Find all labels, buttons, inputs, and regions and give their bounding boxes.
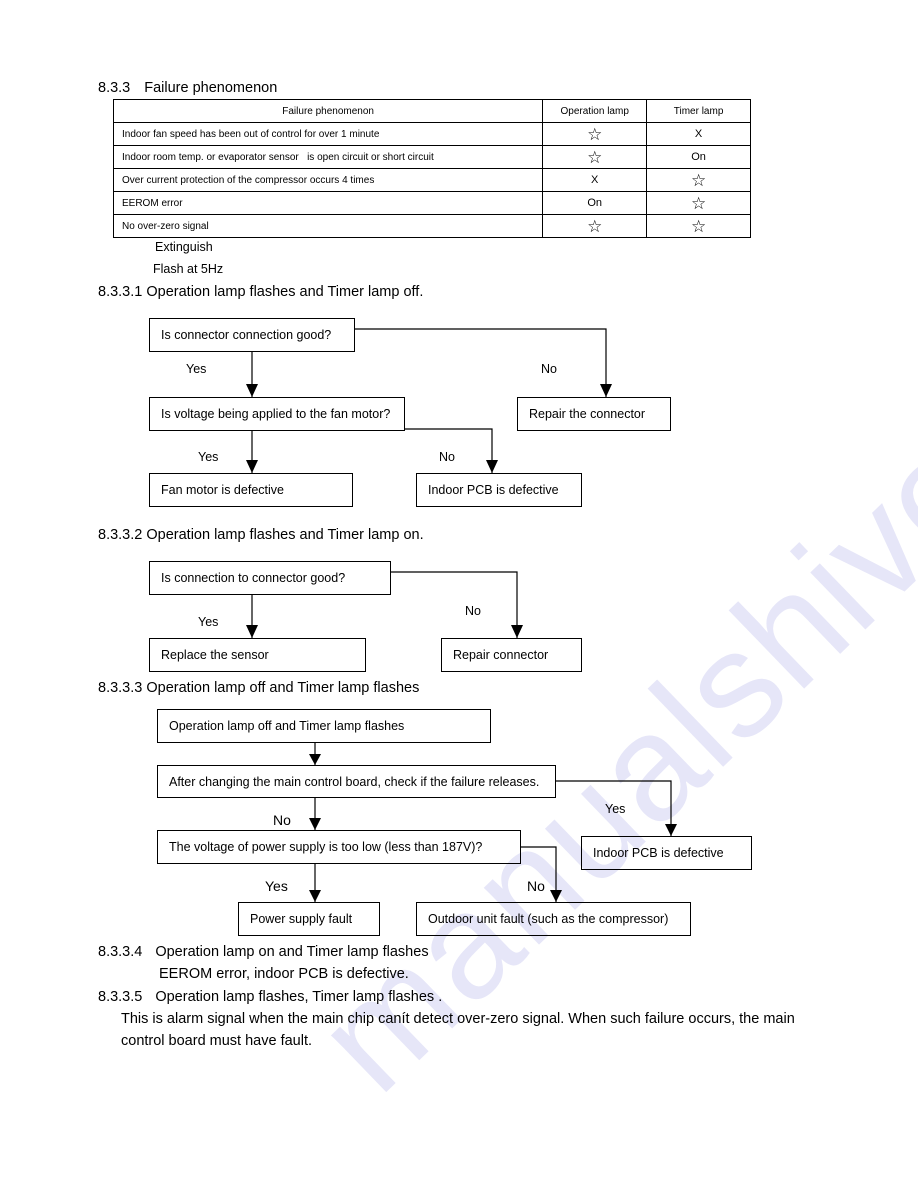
phenomenon-cell: Over current protection of the compresso… [112, 168, 544, 192]
s3-no2-label: No [527, 878, 545, 894]
failure-table: Failure phenomenon Operation lamp Timer … [112, 99, 751, 238]
legend-extinguish: Extinguish [155, 240, 213, 254]
phenomenon-cell: Indoor fan speed has been out of control… [112, 122, 544, 146]
timer-lamp-cell: On [646, 145, 751, 169]
s3-arrowhead [665, 824, 677, 836]
s3-question-voltage: The voltage of power supply is too low (… [157, 830, 521, 864]
table-row: No over-zero signal ☆ ☆ [112, 214, 751, 238]
s5-body-line2: control board must have fault. [121, 1033, 313, 1049]
phenomenon-cell: Indoor room temp. or evaporator sensor i… [112, 145, 544, 169]
s3-arrowhead [309, 754, 321, 765]
operation-lamp-star-icon: ☆ [542, 145, 648, 169]
timer-lamp-cell: X [646, 122, 751, 146]
s3-question-main-board: After changing the main control board, c… [157, 765, 556, 798]
s5-heading: 8.3.3.5 Operation lamp flashes, Timer lam… [98, 989, 442, 1005]
section-heading: 8.3.3 Failure phenomenon [98, 80, 277, 96]
s1-question-connector: Is connector connection good? [149, 318, 355, 352]
s2-yes-label: Yes [198, 615, 219, 629]
s1-result-indoor-pcb: Indoor PCB is defective [416, 473, 582, 507]
s1-question-voltage: Is voltage being applied to the fan moto… [149, 397, 405, 431]
table-header-row: Failure phenomenon Operation lamp Timer … [112, 99, 751, 123]
header-phenomenon: Failure phenomenon [112, 99, 544, 123]
s5-number: 8.3.3.5 [98, 989, 143, 1005]
s1-arrowhead [246, 384, 258, 397]
s3-heading: 8.3.3.3 Operation lamp off and Timer lam… [98, 680, 420, 696]
table-row: EEROM error On ☆ [112, 191, 751, 215]
table-row: Indoor room temp. or evaporator sensor i… [112, 145, 751, 169]
s2-result-repair-connector: Repair connector [441, 638, 582, 672]
s3-yes2-label: Yes [265, 878, 288, 894]
s2-no-connector [390, 571, 518, 638]
legend-flash: Flash at 5Hz [153, 262, 224, 276]
s4-number: 8.3.3.4 [98, 944, 143, 960]
section-number: 8.3.3 [98, 80, 131, 96]
s5-title: Operation lamp flashes, Timer lamp flash… [155, 989, 443, 1005]
s3-arrowhead [550, 890, 562, 902]
table-row: Indoor fan speed has been out of control… [112, 122, 751, 146]
s4-title: Operation lamp on and Timer lamp flashes [155, 944, 429, 960]
timer-lamp-star-icon: ☆ [646, 191, 751, 215]
timer-lamp-star-icon: ☆ [646, 214, 751, 238]
s2-question-connection: Is connection to connector good? [149, 561, 391, 595]
s2-arrowhead [511, 625, 523, 638]
s4-body: EEROM error, indoor PCB is defective. [159, 966, 409, 982]
s1-no-connector [354, 328, 607, 397]
s5-body-line1: This is alarm signal when the main chip … [121, 1011, 795, 1027]
s1-yes-label: Yes [186, 362, 207, 376]
s1-yes2-label: Yes [198, 450, 219, 464]
operation-lamp-star-icon: ☆ [542, 214, 648, 238]
s3-no1-label: No [273, 812, 291, 828]
s1-heading: 8.3.3.1 Operation lamp flashes and Timer… [98, 284, 424, 300]
s1-result-repair-connector: Repair the connector [517, 397, 671, 431]
header-timer-lamp: Timer lamp [646, 99, 751, 123]
s1-arrowhead [486, 460, 498, 473]
s1-result-fan-motor: Fan motor is defective [149, 473, 353, 507]
s3-arrowhead [309, 818, 321, 830]
table-row: Over current protection of the compresso… [112, 168, 751, 192]
page: 8.3.3 Failure phenomenon Failure phenomen… [0, 0, 918, 1188]
header-operation-lamp: Operation lamp [542, 99, 648, 123]
s2-arrowhead [246, 625, 258, 638]
operation-lamp-cell: On [542, 191, 648, 215]
s1-arrowhead [600, 384, 612, 397]
s3-arrowhead [309, 890, 321, 902]
s1-arrowhead [246, 460, 258, 473]
s2-no-label: No [465, 604, 481, 618]
s3-result-indoor-pcb: Indoor PCB is defective [581, 836, 752, 870]
timer-lamp-star-icon: ☆ [646, 168, 751, 192]
phenomenon-cell: EEROM error [112, 191, 544, 215]
phenomenon-cell: No over-zero signal [112, 214, 544, 238]
s3-result-power-supply: Power supply fault [238, 902, 380, 936]
operation-lamp-star-icon: ☆ [542, 122, 648, 146]
s1-no-label: No [541, 362, 557, 376]
s1-no2-label: No [439, 450, 455, 464]
s4-heading: 8.3.3.4 Operation lamp on and Timer lamp … [98, 944, 429, 960]
s3-yes1-label: Yes [605, 802, 626, 816]
s2-result-replace-sensor: Replace the sensor [149, 638, 366, 672]
s3-result-outdoor-unit: Outdoor unit fault (such as the compress… [416, 902, 691, 936]
section-title: Failure phenomenon [144, 80, 278, 96]
operation-lamp-cell: X [542, 168, 648, 192]
s2-heading: 8.3.3.2 Operation lamp flashes and Timer… [98, 527, 424, 543]
s3-start-box: Operation lamp off and Timer lamp flashe… [157, 709, 491, 743]
